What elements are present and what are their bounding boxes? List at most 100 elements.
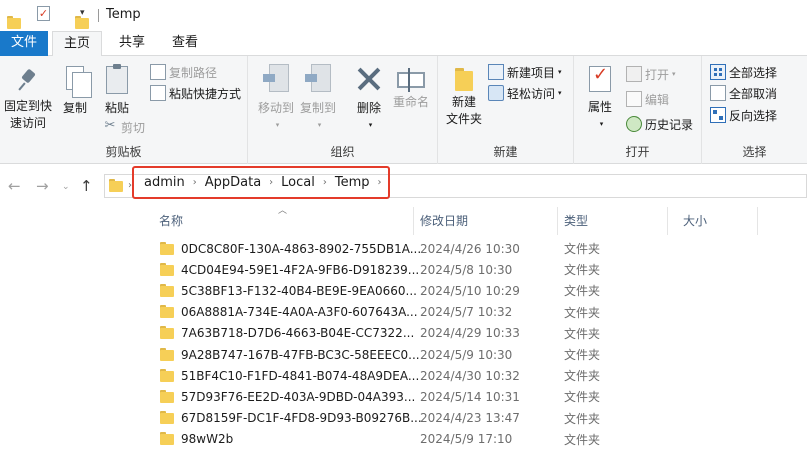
- folder-icon: [160, 368, 174, 383]
- properties-button[interactable]: 属性 ▾: [582, 64, 618, 133]
- edit-icon: [626, 91, 642, 107]
- invert-selection-label: 反向选择: [729, 108, 778, 123]
- column-type[interactable]: 类型: [548, 207, 668, 235]
- edit-label: 编辑: [645, 92, 670, 107]
- file-date: 2024/4/30 10:32: [420, 368, 520, 383]
- group-label-clipboard: 剪贴板: [105, 145, 142, 159]
- easy-access-button[interactable]: 轻松访问 ▾: [488, 83, 562, 103]
- pin-icon: [16, 68, 40, 92]
- file-name-cell: 9A28B747-167B-47FB-BC3C-58EEEC0...: [160, 347, 420, 362]
- file-name: 51BF4C10-F1FD-4841-B074-48A9DEA...: [181, 368, 420, 383]
- title-separator: [98, 9, 99, 22]
- breadcrumb-temp[interactable]: Temp: [335, 175, 370, 190]
- quick-access-dropdown-icon[interactable]: ▾: [80, 8, 85, 18]
- rename-button[interactable]: 重命名: [390, 66, 432, 111]
- file-name-cell: 06A8881A-734E-4A0A-A3F0-607643A...: [160, 305, 418, 319]
- folder-icon: [160, 432, 174, 446]
- file-row[interactable]: 51BF4C10-F1FD-4841-B074-48A9DEA... 2024/4…: [143, 365, 807, 386]
- breadcrumb-local[interactable]: Local: [281, 175, 315, 190]
- file-type: 文件夹: [564, 242, 601, 257]
- file-list: 0DC8C80F-130A-4863-8902-755DB1A... 2024/4…: [143, 238, 807, 450]
- file-row[interactable]: 0DC8C80F-130A-4863-8902-755DB1A... 2024/4…: [143, 238, 807, 259]
- copy-button[interactable]: 复制: [58, 66, 92, 117]
- open-button[interactable]: 打开 ▾: [626, 64, 676, 84]
- folder-icon: [160, 347, 174, 362]
- breadcrumb-chevron-icon[interactable]: ›: [193, 177, 197, 188]
- column-name[interactable]: 名称: [143, 207, 414, 235]
- back-arrow-icon[interactable]: ←: [8, 177, 21, 195]
- tab-file[interactable]: 文件: [0, 31, 48, 56]
- scissors-icon: ✂: [104, 118, 116, 133]
- delete-button[interactable]: 删除 ▾: [352, 66, 386, 134]
- file-date: 2024/4/26 10:30: [420, 241, 520, 256]
- copy-to-button[interactable]: 复制到 ▾: [298, 64, 338, 134]
- file-type: 文件夹: [564, 284, 601, 299]
- copy-path-icon: [150, 64, 166, 80]
- folder-icon: [160, 241, 174, 256]
- file-type: 文件夹: [564, 263, 601, 278]
- select-all-icon: [710, 64, 726, 80]
- file-type: 文件夹: [564, 348, 601, 363]
- file-row[interactable]: 67D8159F-DC1F-4FD8-9D93-B09276B... 2024/4…: [143, 408, 807, 429]
- file-name: 06A8881A-734E-4A0A-A3F0-607643A...: [181, 305, 418, 320]
- properties-dropdown-icon: ▾: [599, 120, 604, 128]
- file-row[interactable]: 4CD04E94-59E1-4F2A-9FB6-D918239... 2024/5…: [143, 259, 807, 280]
- edit-button[interactable]: 编辑: [626, 89, 669, 109]
- forward-arrow-icon[interactable]: →: [36, 177, 49, 195]
- up-arrow-icon[interactable]: ↑: [80, 177, 93, 195]
- file-name: 5C38BF13-F132-40B4-BE9E-9EA0660...: [181, 283, 417, 298]
- breadcrumb-appdata[interactable]: AppData: [205, 175, 261, 190]
- group-label-select: 选择: [742, 145, 767, 159]
- file-date: 2024/5/9 10:30: [420, 347, 513, 362]
- new-item-button[interactable]: 新建项目 ▾: [488, 62, 562, 82]
- cut-button[interactable]: ✂ 剪切: [102, 117, 145, 137]
- group-label-organize: 组织: [330, 145, 355, 159]
- file-row[interactable]: 9A28B747-167B-47FB-BC3C-58EEEC0... 2024/5…: [143, 344, 807, 365]
- select-all-button[interactable]: 全部选择: [710, 62, 777, 82]
- tab-home[interactable]: 主页: [52, 31, 102, 57]
- tab-share[interactable]: 共享: [110, 31, 154, 56]
- move-to-button[interactable]: 移动到 ▾: [256, 64, 296, 134]
- copy-to-icon: [305, 64, 331, 92]
- column-date[interactable]: 修改日期: [404, 207, 558, 235]
- folder-icon: [160, 389, 174, 404]
- tab-view[interactable]: 查看: [163, 31, 207, 56]
- invert-selection-button[interactable]: 反向选择: [710, 105, 777, 125]
- file-type: 文件夹: [564, 411, 601, 426]
- copy-path-button[interactable]: 复制路径: [150, 62, 217, 82]
- invert-selection-icon: [710, 107, 726, 123]
- paste-shortcut-button[interactable]: 粘贴快捷方式: [150, 83, 241, 103]
- delete-label: 删除: [356, 101, 381, 115]
- copy-icon: [66, 66, 92, 98]
- file-row[interactable]: 57D93F76-EE2D-403A-9DBD-04A393... 2024/5/…: [143, 386, 807, 407]
- paste-shortcut-label: 粘贴快捷方式: [169, 86, 242, 101]
- file-row[interactable]: 98wW2b 2024/5/9 17:10 文件夹: [143, 429, 807, 450]
- properties-quick-icon[interactable]: ✓: [37, 6, 50, 21]
- new-folder-label-line2: 文件夹: [445, 112, 482, 126]
- history-button[interactable]: 历史记录: [626, 114, 693, 134]
- new-item-icon: [488, 64, 504, 80]
- column-size[interactable]: 大小: [667, 207, 758, 235]
- file-row[interactable]: 06A8881A-734E-4A0A-A3F0-607643A... 2024/5…: [143, 302, 807, 323]
- paste-icon: [106, 64, 128, 94]
- file-date: 2024/5/9 17:10: [420, 432, 513, 447]
- pin-quick-access-button[interactable]: 固定到快 速访问: [2, 68, 54, 132]
- file-row[interactable]: 5C38BF13-F132-40B4-BE9E-9EA0660... 2024/5…: [143, 280, 807, 301]
- file-date: 2024/5/14 10:31: [420, 389, 520, 404]
- paste-label: 粘贴: [104, 101, 129, 115]
- file-row[interactable]: 7A63B718-D7D6-4663-B04E-CC7322... 2024/4/…: [143, 323, 807, 344]
- breadcrumb-chevron-icon[interactable]: ›: [269, 177, 273, 188]
- breadcrumb-chevron-icon[interactable]: ›: [378, 177, 382, 188]
- copy-to-dropdown-icon: ▾: [317, 121, 322, 129]
- properties-label: 属性: [587, 100, 612, 114]
- file-type: 文件夹: [564, 432, 601, 447]
- recent-locations-chevron-icon[interactable]: ⌄: [62, 182, 70, 192]
- select-none-button[interactable]: 全部取消: [710, 83, 777, 103]
- paste-button[interactable]: 粘贴: [98, 64, 136, 117]
- breadcrumb-chevron-icon[interactable]: ›: [323, 177, 327, 188]
- breadcrumb-admin[interactable]: admin: [144, 175, 185, 190]
- move-to-label: 移动到: [257, 101, 294, 115]
- new-folder-button[interactable]: 新建 文件夹: [442, 66, 486, 128]
- easy-access-label: 轻松访问: [507, 86, 556, 101]
- easy-access-icon: [488, 85, 504, 101]
